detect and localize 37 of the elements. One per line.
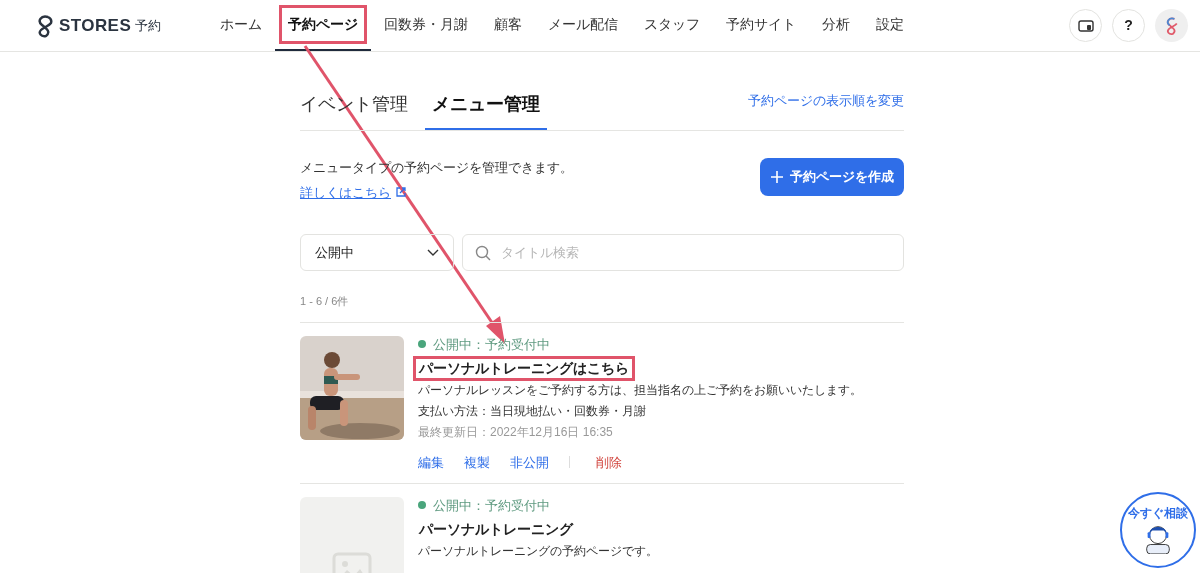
- nav-item[interactable]: 予約サイト: [713, 0, 809, 51]
- nav-item[interactable]: メール配信: [535, 0, 631, 51]
- nav-item[interactable]: スタッフ: [631, 0, 713, 51]
- item-title: パーソナルトレーニング: [417, 519, 575, 539]
- chevron-down-icon: [427, 248, 439, 257]
- status-dropdown[interactable]: 公開中: [300, 234, 454, 271]
- nav-item[interactable]: 分析: [809, 0, 863, 51]
- plus-icon: [770, 170, 784, 184]
- status-text: 公開中：予約受付中: [433, 496, 550, 514]
- external-link-icon: [395, 186, 407, 199]
- create-button[interactable]: 予約ページを作成: [760, 158, 904, 196]
- updated-date: 最終更新日：2022年12月16日 16:35: [418, 423, 614, 441]
- result-count: 1 - 6 / 6件: [300, 294, 350, 309]
- nav-item[interactable]: 設定: [863, 0, 917, 51]
- search-icon: [475, 245, 491, 261]
- search-field[interactable]: タイトル検索: [462, 234, 904, 271]
- action-link[interactable]: 複製: [464, 453, 490, 471]
- status-text: 公開中：予約受付中: [433, 335, 550, 353]
- nav-item[interactable]: 回数券・月謝: [371, 0, 481, 51]
- help-link[interactable]: 詳しくはこちら: [300, 182, 391, 202]
- action-link[interactable]: 編集: [418, 453, 444, 471]
- reorder-link[interactable]: 予約ページの表示順を変更: [748, 90, 904, 110]
- account-button[interactable]: [1155, 9, 1188, 42]
- item-title: パーソナルトレーニングはこちら: [413, 355, 635, 381]
- chat-widget[interactable]: 今すぐ相談: [1120, 492, 1196, 568]
- brand-name: STORES: [59, 14, 132, 37]
- product-name: 予約: [135, 16, 162, 35]
- nav-item[interactable]: 顧客: [481, 0, 535, 51]
- wallet-icon: [1077, 18, 1094, 33]
- delete-link[interactable]: 削除: [596, 453, 622, 471]
- tab[interactable]: メニュー管理: [425, 80, 547, 130]
- logo-icon: [35, 13, 55, 38]
- item-description: パーソナルトレーニングの予約ページです。: [418, 542, 658, 560]
- item-description: パーソナルレッスンをご予約する方は、担当指名の上ご予約をお願いいたします。: [418, 381, 862, 399]
- payment-method: 支払い方法：当日現地払い・回数券・月謝: [418, 402, 647, 420]
- action-link[interactable]: 非公開: [510, 453, 549, 471]
- nav-item[interactable]: ホーム: [207, 0, 275, 51]
